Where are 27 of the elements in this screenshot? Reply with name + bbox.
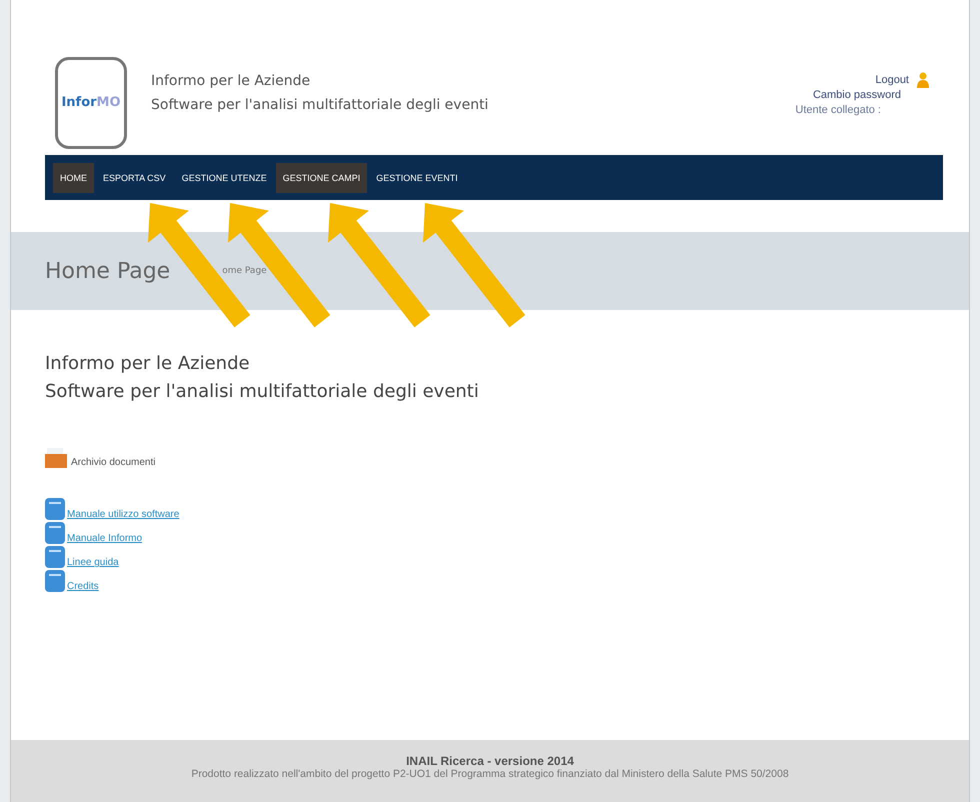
document-link[interactable]: Manuale utilizzo software xyxy=(67,509,180,520)
logo: InforMO xyxy=(55,56,127,148)
document-link[interactable]: Linee guida xyxy=(67,557,119,568)
archive-label: Archivio documenti xyxy=(71,457,156,468)
footer-text: Prodotto realizzato nell'ambito del progetto P2-UO1 del Programma strategico finanziato dal Ministero della Salute PMS 50/2008 xyxy=(190,768,790,780)
nav-item[interactable]: GESTIONE UTENZE xyxy=(174,162,274,192)
document-link[interactable]: Credits xyxy=(67,581,99,592)
user-icon xyxy=(917,72,929,88)
nav-item[interactable]: ESPORTA CSV xyxy=(96,162,173,192)
document-link[interactable]: Manuale Informo xyxy=(67,533,142,544)
folder-icon xyxy=(45,448,67,468)
nav-item[interactable]: GESTIONE EVENTI xyxy=(369,162,465,192)
document-icon xyxy=(45,570,65,592)
nav-item[interactable]: HOME xyxy=(53,162,94,192)
document-icon xyxy=(45,498,65,520)
site-title: Informo per le Aziende xyxy=(151,72,312,90)
document-icon xyxy=(45,522,65,544)
user-label: Utente collegato : xyxy=(795,103,881,118)
document-icon xyxy=(45,546,65,568)
user-link[interactable]: Logout xyxy=(875,72,909,88)
user-link[interactable]: Cambio password xyxy=(812,88,901,103)
content-subtitle: Software per l'analisi multifattoriale degli eventi xyxy=(45,380,480,404)
nav-item[interactable]: GESTIONE CAMPI xyxy=(276,162,368,192)
page-title: Home Page xyxy=(45,258,170,284)
content-title: Informo per le Aziende xyxy=(45,352,251,376)
footer-title: INAIL Ricerca - versione 2014 xyxy=(405,754,575,768)
site-subtitle: Software per l'analisi multifattoriale degli eventi xyxy=(151,96,490,114)
